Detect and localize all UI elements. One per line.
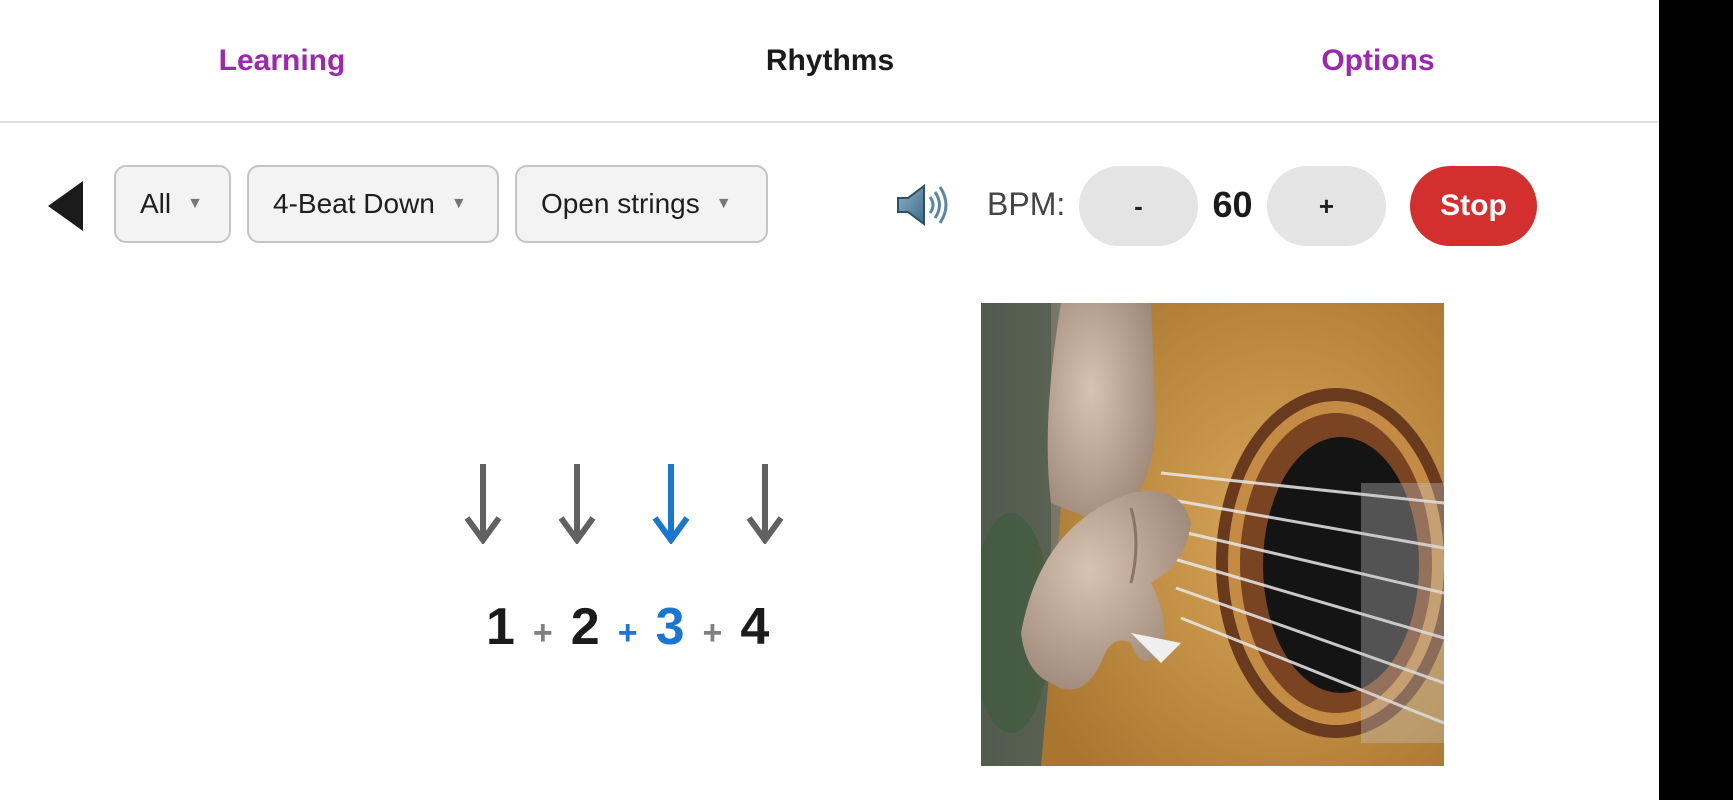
strum-down-arrow-icon (558, 464, 596, 544)
back-triangle-icon[interactable] (48, 181, 83, 231)
tab-options[interactable]: Options (1213, 40, 1543, 82)
chevron-down-icon: ▼ (450, 195, 467, 212)
strum-down-arrow-icon (652, 464, 690, 544)
count-and: + (532, 614, 553, 652)
tab-learning[interactable]: Learning (117, 40, 447, 82)
rhythm-pattern-dropdown-value: 4-Beat Down (273, 188, 435, 219)
tab-rhythms[interactable]: Rhythms (665, 40, 995, 82)
count-beat: 3 (655, 598, 685, 656)
count-beat: 2 (570, 598, 600, 656)
rhythm-pattern-dropdown[interactable]: 4-Beat Down ▼ (247, 165, 499, 243)
chevron-down-icon: ▼ (187, 195, 203, 212)
guitar-strumming-photo (981, 303, 1444, 766)
speaker-icon[interactable] (894, 180, 950, 230)
tab-bar: Learning Rhythms Options (0, 0, 1659, 123)
count-beat: 4 (740, 598, 770, 656)
beat-count: 1 +2 +3 +4 (486, 597, 769, 667)
bpm-increase-button[interactable]: + (1267, 166, 1386, 246)
category-dropdown-value: All (140, 188, 172, 219)
bpm-label: BPM: (987, 186, 1066, 222)
count-and: + (702, 614, 723, 652)
count-and: + (617, 614, 638, 652)
category-dropdown[interactable]: All ▼ (114, 165, 231, 243)
bpm-value: 60 (1212, 184, 1253, 225)
strum-down-arrow-icon (464, 464, 502, 544)
bpm-decrease-button[interactable]: - (1079, 166, 1198, 246)
app-screen: Learning Rhythms Options All ▼ 4-Beat Do… (0, 0, 1659, 800)
chord-dropdown-value: Open strings (541, 188, 700, 219)
chord-dropdown[interactable]: Open strings ▼ (515, 165, 768, 243)
chevron-down-icon: ▼ (715, 195, 732, 212)
count-beat: 1 (486, 598, 515, 656)
stop-button[interactable]: Stop (1410, 166, 1537, 246)
strum-down-arrow-icon (746, 464, 784, 544)
